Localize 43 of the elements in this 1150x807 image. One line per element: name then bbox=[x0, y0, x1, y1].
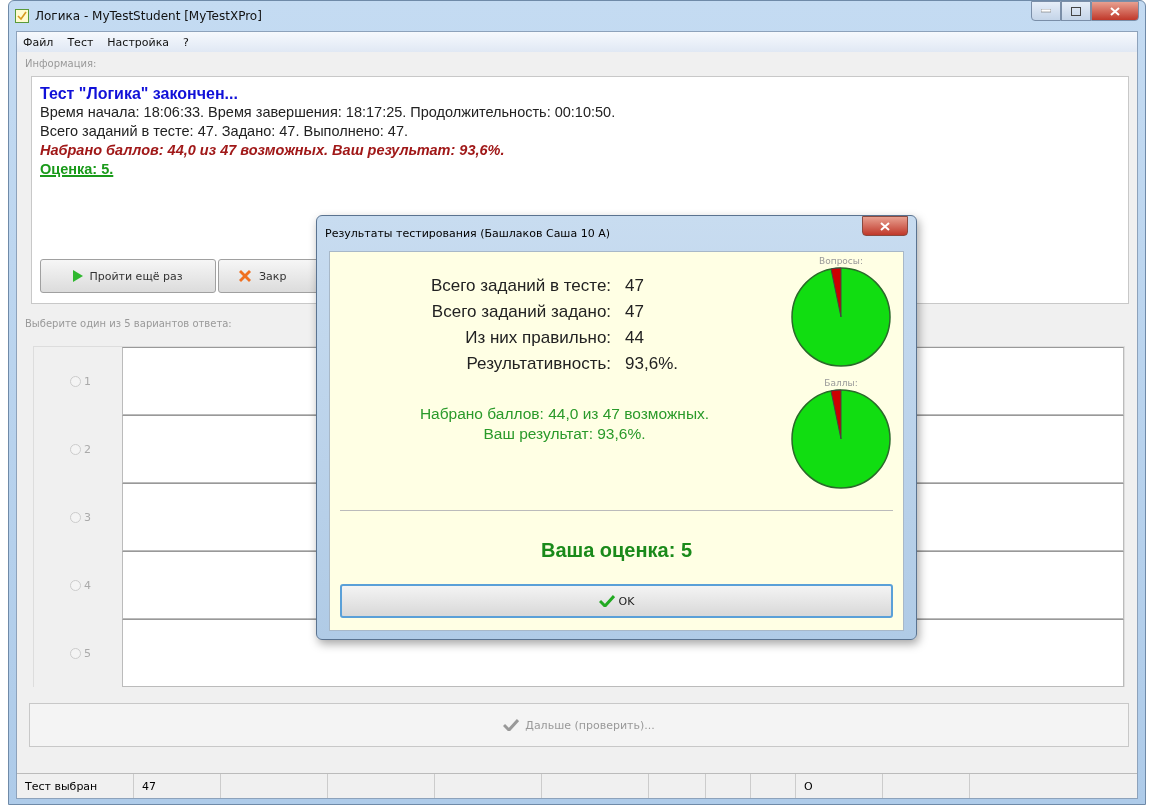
menu-item[interactable]: Настройка bbox=[107, 35, 170, 49]
info-line: Оценка: 5. bbox=[40, 160, 114, 179]
close-button[interactable] bbox=[862, 216, 908, 236]
minimize-icon bbox=[1041, 9, 1051, 13]
stat-value: 44 bbox=[625, 328, 645, 348]
section-label: Выберите один из 5 вариантов ответа: bbox=[25, 318, 233, 331]
status-cell: O bbox=[796, 774, 883, 798]
chart-title: Вопросы: bbox=[819, 256, 863, 266]
stat-value: 47 bbox=[625, 302, 645, 322]
chart-title: Баллы: bbox=[824, 378, 858, 388]
info-line: Время начала: 18:06:33. Время завершения: 18:17:25. Продолжительность: 00:10:50. bbox=[40, 103, 616, 122]
maximize-icon bbox=[1071, 6, 1081, 16]
action-button[interactable]: Пройти ещё раз bbox=[40, 259, 216, 293]
close-button[interactable] bbox=[1091, 1, 1139, 21]
maximize-button[interactable] bbox=[1061, 1, 1091, 21]
info-line: Набрано баллов: 44,0 из 47 возможных. Ваш результат: 93,6%. bbox=[40, 141, 505, 160]
stat-label: Из них правильно: bbox=[464, 328, 612, 348]
play-icon bbox=[73, 270, 84, 282]
cross-icon bbox=[237, 268, 253, 284]
menu-item[interactable]: Тест bbox=[67, 35, 94, 49]
grade-text: Ваша оценка: 5 bbox=[540, 539, 693, 562]
section-label: Информация: bbox=[25, 58, 98, 71]
info-line: Всего заданий в тесте: 47. Задано: 47. Выполнено: 47. bbox=[40, 122, 408, 141]
close-icon bbox=[880, 221, 890, 231]
check-icon bbox=[598, 595, 615, 607]
status-cell: Тест выбран bbox=[17, 774, 134, 798]
stat-label: Всего заданий задано: bbox=[430, 302, 612, 322]
menu-item[interactable]: Файл bbox=[23, 35, 54, 49]
stat-label: Результативность: bbox=[465, 354, 612, 374]
check-icon bbox=[503, 719, 520, 731]
checkbox-app-icon bbox=[15, 9, 29, 23]
stat-label: Всего заданий в тесте: bbox=[430, 276, 612, 296]
window-title: Логика - MyTestStudent [MyTestXPro] bbox=[35, 9, 262, 23]
result-line: Ваш результат: 93,6%. bbox=[483, 424, 646, 444]
result-line: Набрано баллов: 44,0 из 47 возможных. bbox=[419, 404, 710, 424]
dialog-title: Результаты тестирования (Башлаков Саша 10 А) bbox=[325, 227, 610, 240]
stat-value: 47 bbox=[625, 276, 645, 296]
info-line: Тест "Логика" закончен... bbox=[40, 84, 238, 103]
ok-button[interactable]: OK bbox=[340, 584, 893, 618]
close-icon bbox=[1110, 6, 1120, 16]
stat-value: 93,6%. bbox=[625, 354, 678, 374]
menu-item[interactable]: ? bbox=[183, 35, 189, 49]
status-cell: 47 bbox=[134, 774, 221, 798]
